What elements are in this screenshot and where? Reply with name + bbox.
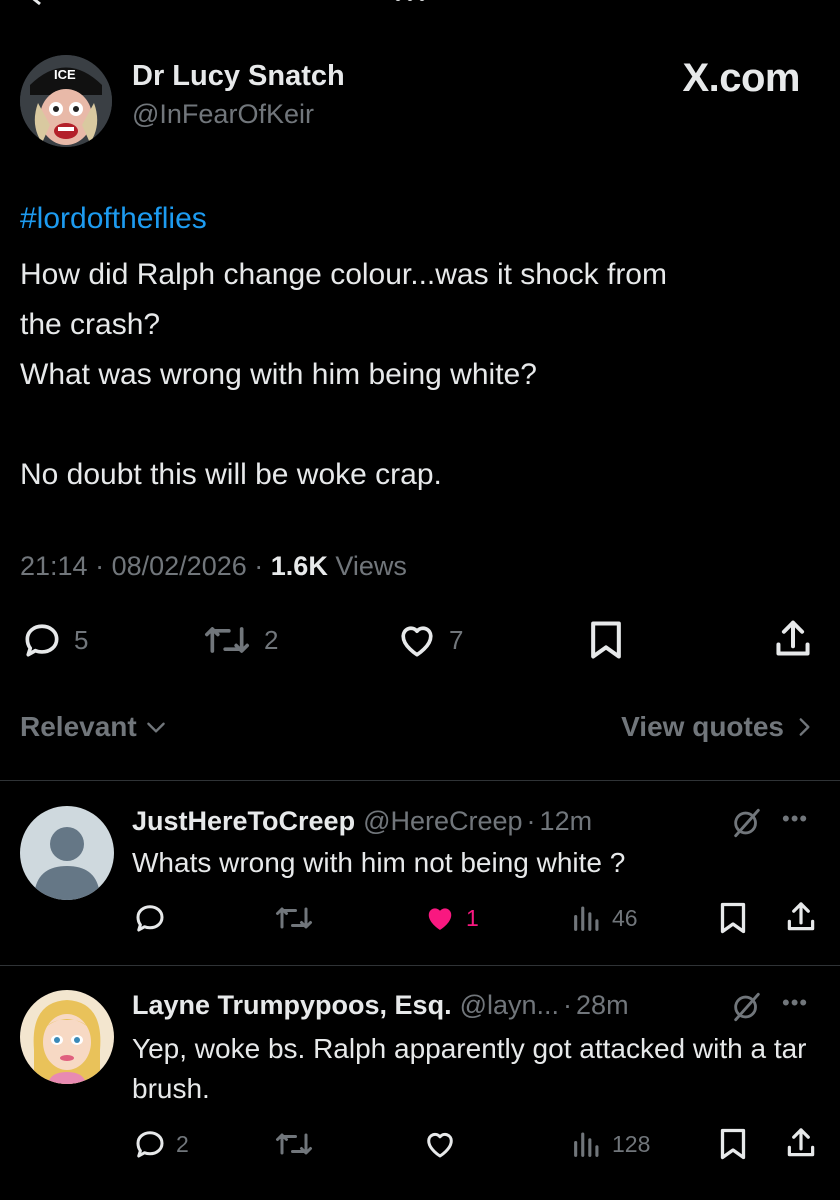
bookmark-icon — [720, 902, 746, 934]
view-quotes-label: View quotes — [621, 711, 784, 742]
reply-avatar[interactable] — [20, 990, 114, 1084]
author-avatar[interactable]: ICE — [20, 55, 112, 147]
like-count: 1 — [466, 904, 479, 931]
avatar-cap-text: ICE — [54, 67, 76, 82]
reply-header: JustHereToCreep @HereCreep · 12m — [132, 806, 592, 837]
reply-author-handle[interactable]: @HereCreep — [363, 806, 522, 837]
reply-bookmark-button[interactable] — [718, 900, 748, 936]
reply-views-button[interactable]: 128 — [570, 1126, 650, 1162]
more-icon[interactable]: ••• — [782, 806, 808, 832]
views-count: 128 — [612, 1130, 651, 1157]
reply-avatar[interactable] — [20, 806, 114, 900]
reply-icon — [136, 905, 164, 932]
tweet-body: How did Ralph change colour...was it sho… — [20, 250, 820, 500]
view-quotes-link[interactable]: View quotes — [621, 711, 814, 743]
chevron-down-icon — [146, 722, 165, 733]
reply-header: Layne Trumpypoos, Esq. @layn... · 28m — [132, 990, 629, 1021]
reply-time[interactable]: 28m — [576, 990, 629, 1021]
share-icon — [787, 1128, 815, 1157]
reply-repost-button[interactable] — [272, 900, 324, 936]
bookmark-icon — [720, 1128, 746, 1160]
reply-like-button[interactable]: 1 — [422, 900, 479, 936]
separator: · — [526, 806, 536, 836]
reply-icon — [25, 624, 59, 657]
like-icon — [427, 1132, 453, 1158]
brand-text: X.com — [682, 56, 800, 100]
tweet-meta: 21:14 · 08/02/2026 · 1.6K Views — [20, 551, 407, 582]
reply-repost-button[interactable] — [272, 1126, 324, 1162]
chevron-right-icon — [799, 718, 810, 736]
reply-time[interactable]: 12m — [540, 806, 593, 837]
reply-like-button[interactable] — [422, 1126, 466, 1162]
reply-share-button[interactable] — [785, 1124, 817, 1162]
top-bar-remnant — [32, 0, 425, 6]
reply-icon — [136, 1131, 164, 1158]
share-icon — [776, 620, 810, 656]
repost-button[interactable]: 2 — [200, 618, 278, 662]
hashtag-link[interactable]: #lordoftheflies — [20, 202, 207, 236]
reply-button[interactable]: 5 — [20, 618, 88, 662]
tweet-line: No doubt this will be woke crap. — [20, 458, 442, 491]
grok-icon[interactable] — [730, 806, 764, 840]
repost-count: 2 — [264, 624, 279, 655]
repost-icon — [276, 907, 312, 929]
reply-count: 5 — [74, 624, 89, 655]
tweet-line: What was wrong with him being white? — [20, 358, 537, 391]
bookmark-button[interactable] — [586, 618, 626, 662]
tweet-line: How did Ralph change colour...was it sho… — [20, 258, 667, 291]
divider — [0, 965, 840, 966]
reply-views-button[interactable]: 46 — [570, 900, 638, 936]
views-icon — [574, 906, 599, 931]
grok-icon[interactable] — [730, 990, 764, 1024]
views-label: Views — [335, 551, 407, 581]
like-icon-filled — [428, 908, 452, 930]
tweet-date[interactable]: 08/02/2026 — [112, 551, 247, 581]
repost-icon — [276, 1133, 312, 1155]
reply-share-button[interactable] — [785, 898, 817, 936]
separator: · — [563, 990, 573, 1020]
views-count: 1.6K — [270, 551, 328, 581]
share-button[interactable] — [773, 616, 813, 662]
reply-author-name[interactable]: Layne Trumpypoos, Esq. — [132, 990, 452, 1021]
separator: · — [95, 551, 105, 581]
like-button[interactable]: 7 — [395, 618, 463, 662]
author-name[interactable]: Dr Lucy Snatch — [132, 60, 345, 93]
sort-label: Relevant — [20, 711, 137, 742]
reply-text: Yep, woke bs. Ralph apparently got attac… — [132, 1033, 807, 1104]
reply-count: 2 — [176, 1130, 189, 1157]
reply-reply-button[interactable]: 2 — [132, 1126, 189, 1162]
reply-author-name[interactable]: JustHereToCreep — [132, 806, 355, 837]
more-icon[interactable]: ••• — [782, 990, 808, 1016]
like-count: 7 — [449, 624, 464, 655]
tweet-line: the crash? — [20, 308, 161, 341]
bookmark-icon — [591, 621, 621, 659]
tweet-time[interactable]: 21:14 — [20, 551, 88, 581]
reply-text: Whats wrong with him not being white ? — [132, 847, 626, 878]
reply-author-handle[interactable]: @layn... — [460, 990, 559, 1021]
x-com-brand: X.com — [682, 56, 800, 101]
share-icon — [787, 902, 815, 931]
reply-reply-button[interactable] — [132, 900, 176, 936]
like-icon — [401, 626, 433, 657]
reply-bookmark-button[interactable] — [718, 1126, 748, 1162]
author-handle[interactable]: @InFearOfKeir — [132, 99, 314, 130]
separator: · — [254, 551, 264, 581]
views-icon — [574, 1132, 599, 1157]
divider — [0, 780, 840, 781]
sort-replies-dropdown[interactable]: Relevant — [20, 711, 169, 743]
views-count: 46 — [612, 904, 638, 931]
repost-icon — [205, 627, 250, 653]
